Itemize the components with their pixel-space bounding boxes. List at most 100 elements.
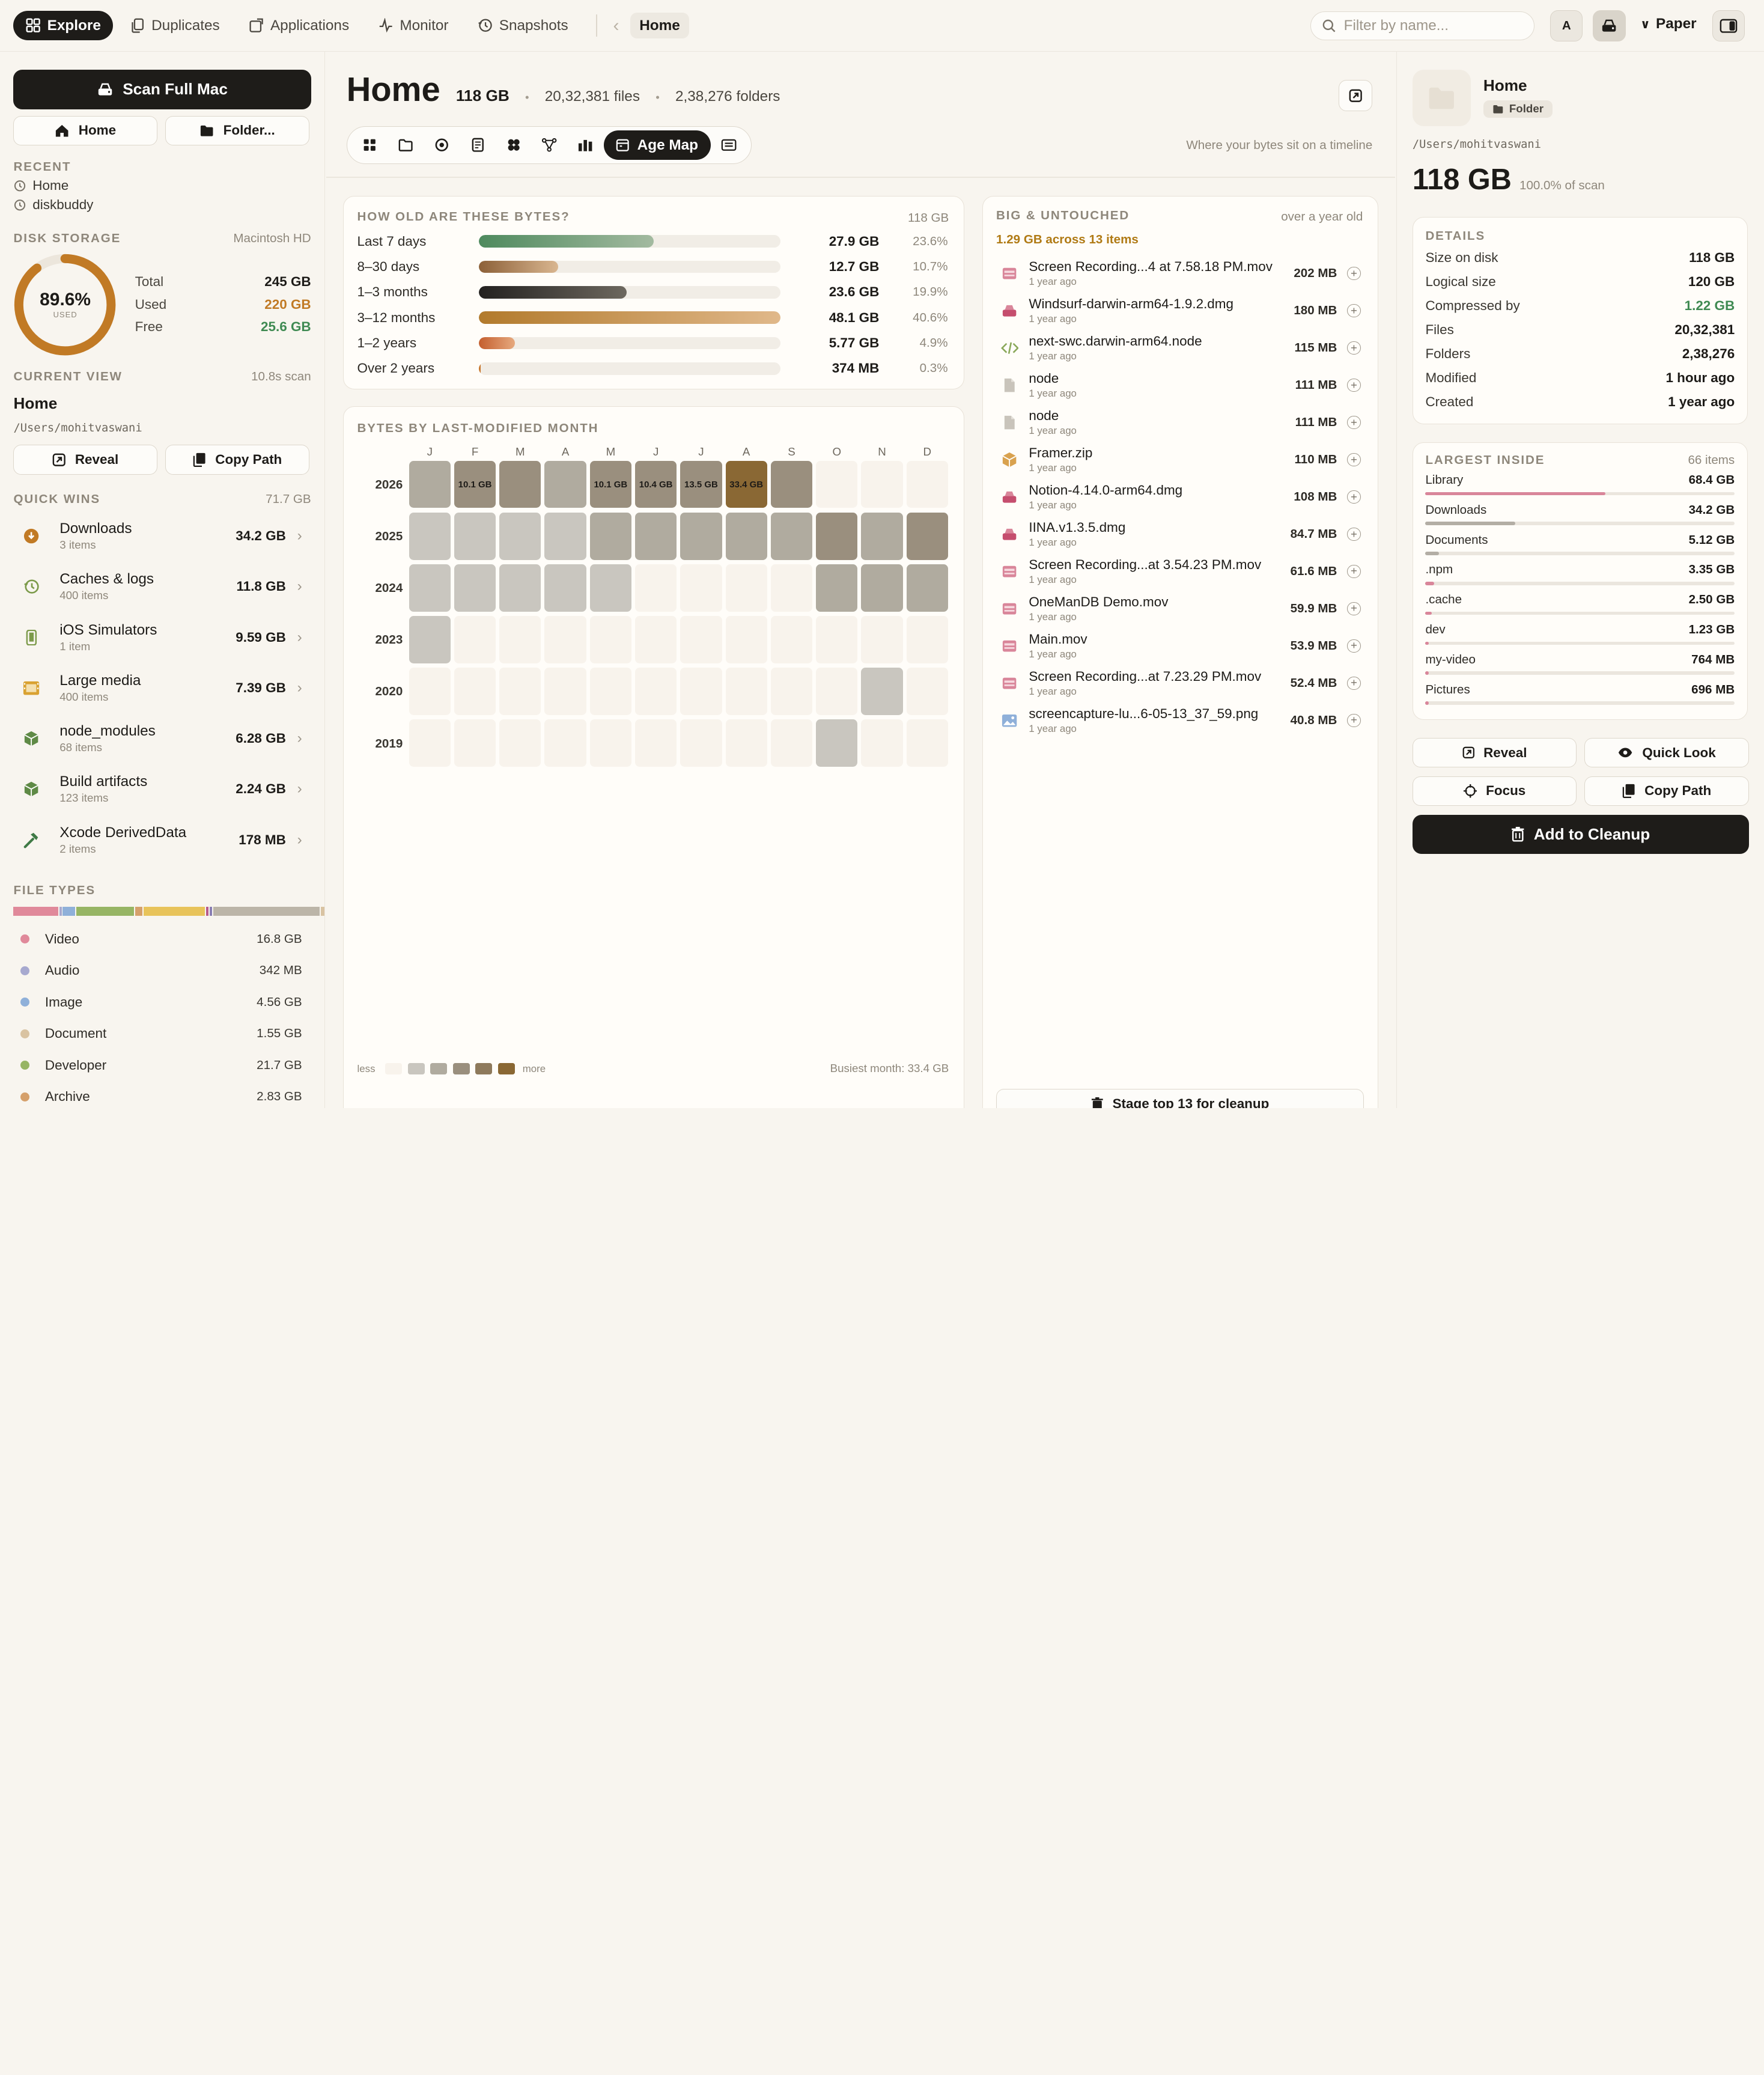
- quick-win-downloads[interactable]: Downloads 3 items 34.2 GB ›: [13, 511, 311, 561]
- quick-win-build-artifacts[interactable]: Build artifacts 123 items 2.24 GB ›: [13, 764, 311, 814]
- heatmap-cell[interactable]: [816, 719, 858, 767]
- untouched-item[interactable]: Windsurf-darwin-arm64-1.9.2.dmg 1 year ag…: [1001, 292, 1361, 329]
- heatmap-cell[interactable]: 13.5 GB: [680, 460, 722, 508]
- inspector-copy-path-button[interactable]: Copy Path: [1584, 776, 1749, 806]
- untouched-item[interactable]: screencapture-lu...6-05-13_37_59.png 1 ye…: [1001, 702, 1361, 739]
- heatmap-cell[interactable]: [680, 512, 722, 560]
- heatmap-cell[interactable]: 33.4 GB: [725, 460, 767, 508]
- untouched-item[interactable]: node 1 year ago 111 MB +: [1001, 404, 1361, 441]
- focus-button[interactable]: Focus: [1412, 776, 1577, 806]
- heatmap-cell[interactable]: [499, 512, 541, 560]
- heatmap-cell[interactable]: [499, 564, 541, 612]
- avatar-button[interactable]: A: [1550, 10, 1583, 42]
- view-list-button[interactable]: [460, 130, 496, 160]
- tab-duplicates[interactable]: Duplicates: [118, 11, 232, 40]
- scan-full-mac-button[interactable]: Scan Full Mac: [13, 70, 311, 109]
- heatmap-cell[interactable]: [816, 564, 858, 612]
- largest-item[interactable]: .cache 2.50 GB: [1425, 593, 1735, 623]
- add-to-cleanup-icon[interactable]: +: [1347, 415, 1361, 430]
- heatmap-cell[interactable]: [454, 564, 496, 612]
- tab-explore[interactable]: Explore: [13, 11, 114, 40]
- heatmap-cell[interactable]: 10.1 GB: [454, 460, 496, 508]
- heatmap-cell[interactable]: [770, 460, 813, 508]
- sidebar-toggle-button[interactable]: [1712, 10, 1745, 42]
- age-row[interactable]: 1–3 months 23.6 GB 19.9%: [357, 280, 949, 305]
- file-type-audio[interactable]: Audio 342 MB: [13, 955, 311, 986]
- largest-item[interactable]: dev 1.23 GB: [1425, 623, 1735, 653]
- file-type-video[interactable]: Video 16.8 GB: [13, 924, 311, 955]
- add-to-cleanup-icon[interactable]: +: [1347, 378, 1361, 392]
- quick-win-large-media[interactable]: Large media 400 items 7.39 GB ›: [13, 663, 311, 713]
- add-to-cleanup-icon[interactable]: +: [1347, 452, 1361, 467]
- untouched-item[interactable]: Notion-4.14.0-arm64.dmg 1 year ago 108 MB +: [1001, 478, 1361, 516]
- heatmap-cell[interactable]: [861, 668, 903, 715]
- heatmap-cell[interactable]: [725, 512, 767, 560]
- quick-win-xcode-deriveddata[interactable]: Xcode DerivedData 2 items 178 MB ›: [13, 815, 311, 865]
- search-box[interactable]: [1310, 11, 1534, 41]
- heatmap-cell[interactable]: [409, 564, 451, 612]
- heatmap-cell[interactable]: [770, 512, 813, 560]
- untouched-item[interactable]: Screen Recording...at 7.23.29 PM.mov 1 ye…: [1001, 665, 1361, 702]
- copy-path-button[interactable]: Copy Path: [165, 444, 309, 475]
- choose-folder-button[interactable]: Folder...: [165, 115, 309, 145]
- view-age-map-button[interactable]: Age Map: [603, 130, 711, 160]
- view-bubbles-button[interactable]: [496, 130, 532, 160]
- recent-item-diskbuddy[interactable]: diskbuddy: [13, 195, 311, 215]
- untouched-item[interactable]: IINA.v1.3.5.dmg 1 year ago 84.7 MB +: [1001, 516, 1361, 553]
- heatmap-cell[interactable]: [589, 512, 631, 560]
- home-button[interactable]: Home: [13, 115, 158, 145]
- file-type-archive[interactable]: Archive 2.83 GB: [13, 1081, 311, 1108]
- add-to-cleanup-icon[interactable]: +: [1347, 713, 1361, 727]
- stage-cleanup-button[interactable]: Stage top 13 for cleanup: [996, 1088, 1364, 1109]
- view-graph-button[interactable]: [532, 130, 568, 160]
- tab-monitor[interactable]: Monitor: [366, 11, 461, 40]
- add-to-cleanup-icon[interactable]: +: [1347, 639, 1361, 653]
- search-input[interactable]: [1343, 17, 1524, 35]
- heatmap-cell[interactable]: [635, 512, 677, 560]
- heatmap-cell[interactable]: [861, 564, 903, 612]
- quick-win-ios-simulators[interactable]: iOS Simulators 1 item 9.59 GB ›: [13, 612, 311, 663]
- add-to-cleanup-icon[interactable]: +: [1347, 527, 1361, 541]
- view-folders-button[interactable]: [388, 130, 424, 160]
- add-to-cleanup-icon[interactable]: +: [1347, 602, 1361, 616]
- view-sunburst-button[interactable]: [424, 130, 460, 160]
- heatmap-cell[interactable]: [409, 616, 451, 663]
- file-type-developer[interactable]: Developer 21.7 GB: [13, 1049, 311, 1080]
- heatmap-cell[interactable]: [906, 512, 948, 560]
- reveal-button[interactable]: Reveal: [13, 444, 158, 475]
- heatmap-cell[interactable]: [454, 512, 496, 560]
- add-to-cleanup-icon[interactable]: +: [1347, 341, 1361, 355]
- age-row[interactable]: Last 7 days 27.9 GB 23.6%: [357, 229, 949, 254]
- untouched-item[interactable]: next-swc.darwin-arm64.node 1 year ago 115 …: [1000, 329, 1361, 367]
- theme-picker[interactable]: ∨ Paper: [1640, 16, 1697, 32]
- untouched-item[interactable]: Main.mov 1 year ago 53.9 MB +: [1001, 627, 1361, 665]
- untouched-item[interactable]: Screen Recording...at 3.54.23 PM.mov 1 ye…: [1001, 553, 1361, 590]
- add-to-cleanup-icon[interactable]: +: [1347, 676, 1361, 690]
- untouched-item[interactable]: node 1 year ago 111 MB +: [1001, 367, 1361, 404]
- quick-win-caches[interactable]: Caches & logs 400 items 11.8 GB ›: [13, 561, 311, 612]
- disk-button[interactable]: [1593, 10, 1626, 42]
- open-external-button[interactable]: [1339, 79, 1373, 112]
- largest-item[interactable]: Downloads 34.2 GB: [1425, 503, 1735, 533]
- heatmap-cell[interactable]: [409, 512, 451, 560]
- largest-item[interactable]: Documents 5.12 GB: [1425, 533, 1735, 563]
- add-to-cleanup-icon[interactable]: +: [1347, 266, 1361, 281]
- add-to-cleanup-button[interactable]: Add to Cleanup: [1412, 814, 1749, 855]
- age-row[interactable]: 8–30 days 12.7 GB 10.7%: [357, 254, 949, 279]
- heatmap-cell[interactable]: [816, 512, 858, 560]
- back-chevron-icon[interactable]: ‹: [613, 16, 619, 36]
- largest-item[interactable]: Library 68.4 GB: [1425, 473, 1735, 503]
- heatmap-cell[interactable]: [409, 460, 451, 508]
- view-report-button[interactable]: [711, 130, 747, 160]
- quick-look-button[interactable]: Quick Look: [1584, 738, 1749, 767]
- add-to-cleanup-icon[interactable]: +: [1347, 303, 1361, 318]
- heatmap-cell[interactable]: [589, 564, 631, 612]
- heatmap-cell[interactable]: [861, 512, 903, 560]
- add-to-cleanup-icon[interactable]: +: [1347, 564, 1361, 579]
- tab-snapshots[interactable]: Snapshots: [466, 11, 581, 40]
- heatmap-cell[interactable]: 10.4 GB: [635, 460, 677, 508]
- largest-item[interactable]: .npm 3.35 GB: [1425, 562, 1735, 593]
- age-row[interactable]: 1–2 years 5.77 GB 4.9%: [357, 331, 949, 355]
- untouched-item[interactable]: Screen Recording...4 at 7.58.18 PM.mov 1 …: [1001, 255, 1361, 292]
- heatmap-cell[interactable]: [906, 564, 948, 612]
